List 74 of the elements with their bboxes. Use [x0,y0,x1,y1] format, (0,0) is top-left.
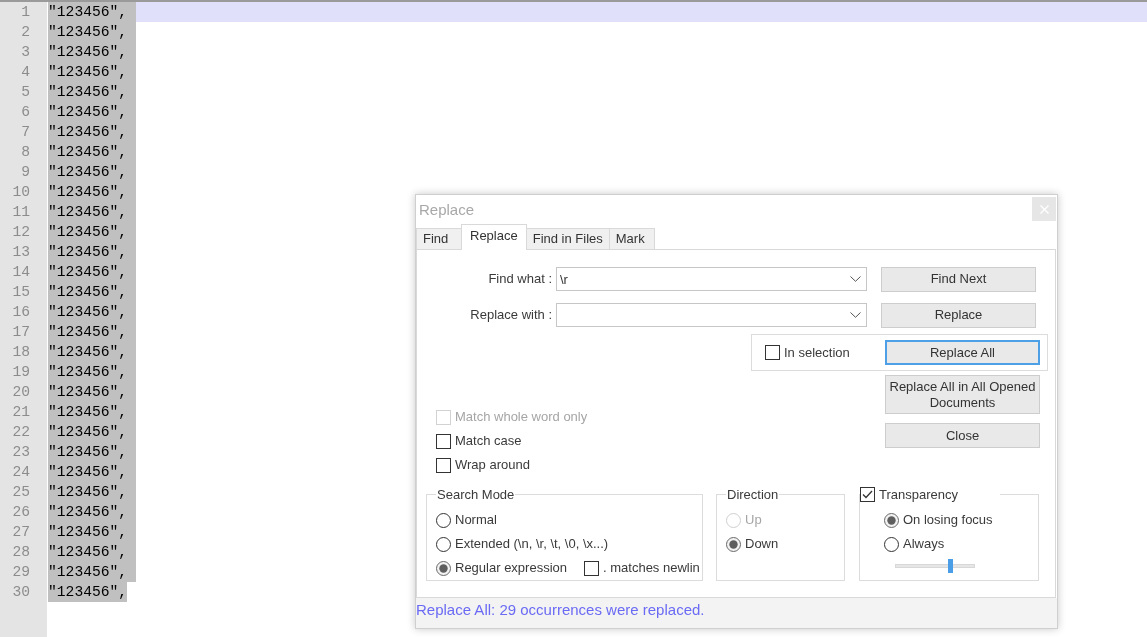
line-number: 10 [11,183,31,202]
line-number: 5 [20,83,31,102]
line-number: 30 [11,583,31,602]
line-number: 13 [11,243,31,262]
line-number: 18 [11,343,31,362]
radio-button[interactable] [884,512,899,528]
radio-button[interactable] [436,560,451,576]
group-title: Direction [726,487,780,502]
radio-button[interactable] [726,536,741,552]
option-label: In selection [784,343,850,362]
line-number: 8 [20,143,31,162]
option-label: Match whole word only [455,408,588,427]
replace-all-button[interactable]: Replace All [885,340,1040,365]
checkbox[interactable] [436,433,451,449]
radio-button[interactable] [436,536,451,552]
tab[interactable]: Find in Files [525,228,610,249]
tab[interactable]: Find [416,228,462,249]
line-number: 1 [20,3,31,22]
line-number: 7 [20,123,31,142]
line-number: 24 [11,463,31,482]
line-number: 2 [20,23,31,42]
replace-with-field[interactable] [556,303,867,327]
line-number: 21 [11,403,31,422]
replace-all-documents-button[interactable]: Replace All in All Opened Documents [885,375,1040,414]
option-label: Regular expression [455,559,567,578]
radio-button[interactable] [436,512,451,528]
line-number: 28 [11,543,31,562]
option-label: Match case [455,432,522,451]
chevron-down-icon[interactable] [850,276,861,282]
line-number: 12 [11,223,31,242]
option-label: Normal [455,511,497,530]
field-label: Replace with : [470,307,552,323]
find-what-field[interactable]: \r [556,267,867,291]
line-number: 27 [11,523,31,542]
option-label: . matches newlin [603,559,700,578]
option-label: Down [745,535,779,554]
option-label: On losing focus [903,511,993,530]
close-button[interactable]: Close [885,423,1040,448]
option-label: Always [903,535,945,554]
line-number: 29 [11,563,31,582]
line-number: 22 [11,423,31,442]
find-next-button[interactable]: Find Next [881,266,1036,292]
status-message: Replace All: 29 occurrences were replaced. [416,601,705,618]
line-number: 9 [20,163,31,182]
line-number: 15 [11,283,31,302]
checkbox[interactable] [436,457,451,473]
dialog-title: Replace [419,200,475,220]
checkbox[interactable] [584,560,599,576]
slider-thumb[interactable] [947,559,953,573]
line-number: 26 [11,503,31,522]
option-label: Transparency [879,487,958,502]
line-number: 20 [11,383,31,402]
line-number: 19 [11,363,31,382]
checkbox[interactable] [765,345,780,360]
line-number: 17 [11,323,31,342]
group-title: Search Mode [436,487,516,502]
checkbox[interactable] [860,487,875,502]
option-label: Wrap around [455,456,530,475]
chevron-down-icon[interactable] [850,312,861,318]
tab[interactable]: Replace [461,224,527,250]
line-number: 6 [20,103,31,122]
line-number: 11 [11,203,31,222]
radio-button[interactable] [884,536,899,552]
line-number: 4 [20,63,31,82]
replace-button[interactable]: Replace [881,302,1036,328]
line-number: 23 [11,443,31,462]
option-label: Up [745,511,762,530]
line-number: 25 [11,483,31,502]
line-number: 16 [11,303,31,322]
field-label: Find what : [488,271,552,287]
tab[interactable]: Mark [608,228,655,249]
line-number: 3 [20,43,31,62]
line-number: 14 [11,263,31,282]
option-label: Extended (\n, \r, \t, \0, \x...) [455,535,609,554]
